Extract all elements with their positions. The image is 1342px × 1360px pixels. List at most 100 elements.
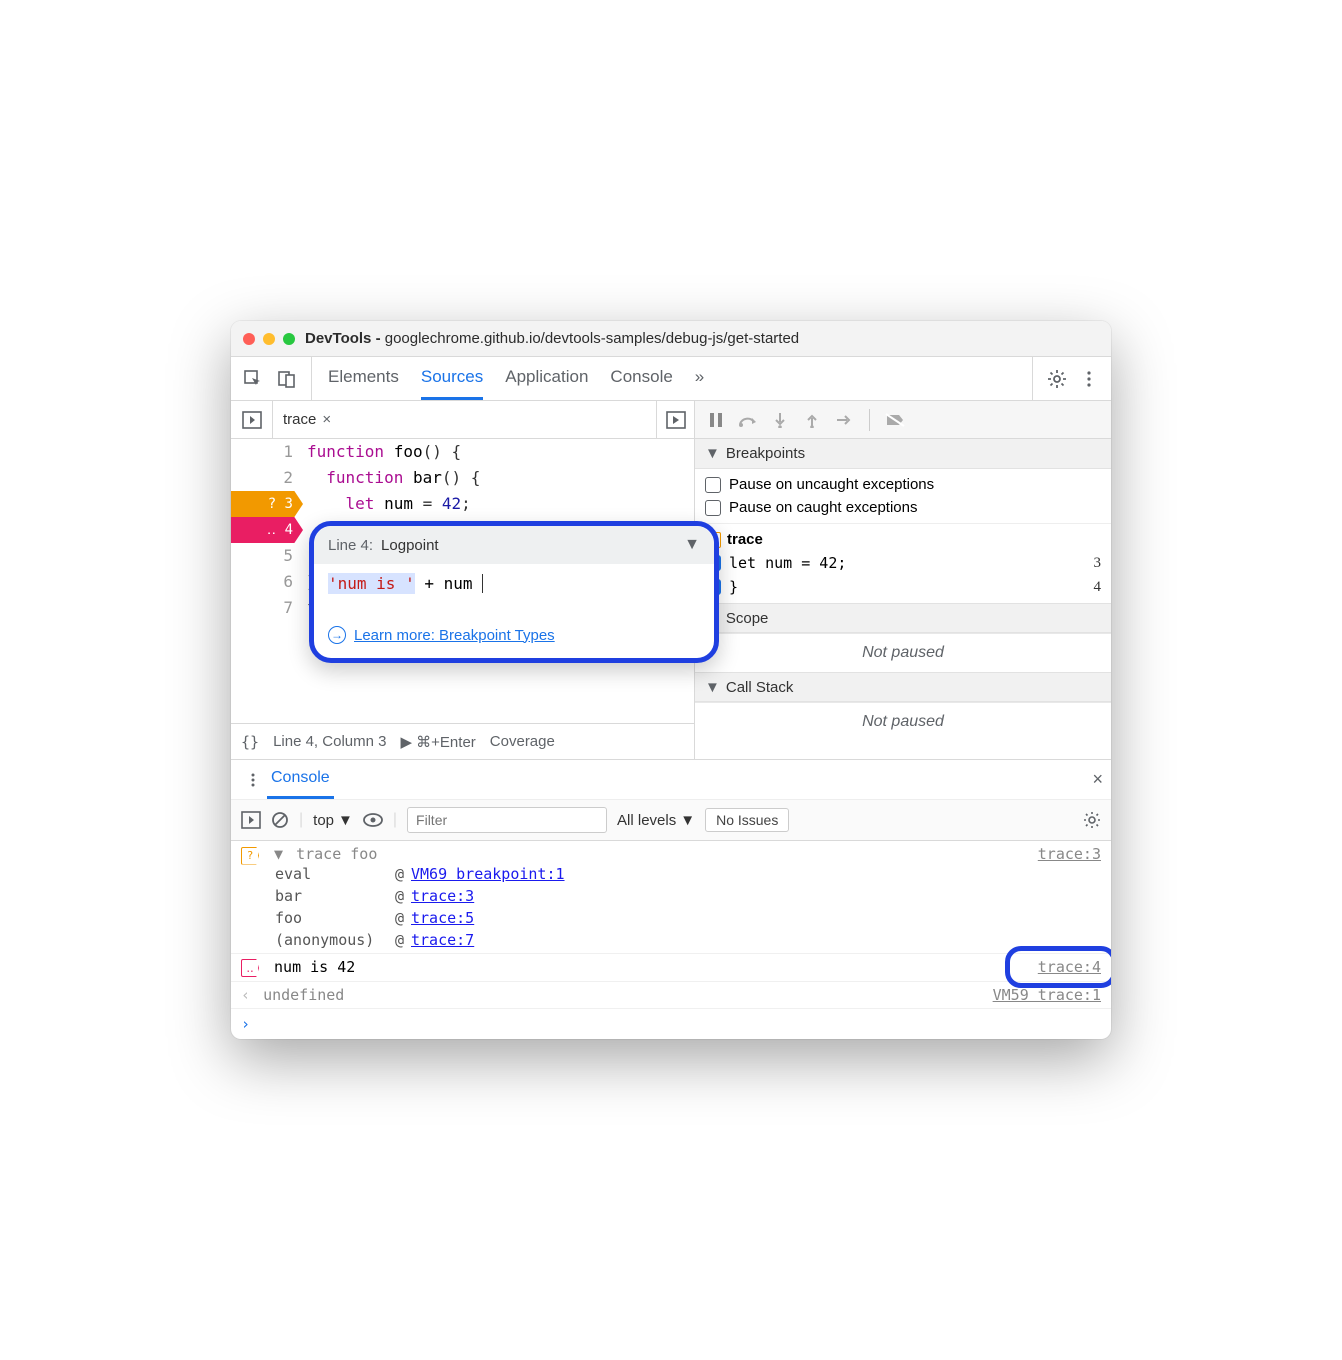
stack-frame-fn: (anonymous) — [275, 931, 395, 949]
live-expression-icon[interactable] — [363, 813, 383, 827]
logpoint-line-label: Line 4: — [328, 537, 373, 554]
editor-footer: {} Line 4, Column 3 ▶ ⌘+Enter Coverage — [231, 723, 694, 759]
zoom-window-button[interactable] — [283, 333, 295, 345]
titlebar: DevTools - googlechrome.github.io/devtoo… — [231, 321, 1111, 357]
learn-more-link[interactable]: Learn more: Breakpoint Types — [354, 627, 555, 644]
step-into-icon[interactable] — [769, 409, 791, 431]
kebab-menu-icon[interactable] — [1075, 365, 1103, 393]
console-result-entry: ‹ undefined VM59 trace:1 — [231, 982, 1111, 1009]
separator — [869, 409, 870, 431]
breakpoint-type-select[interactable]: Logpoint — [381, 537, 439, 554]
stack-frame-fn: eval — [275, 865, 395, 883]
step-out-icon[interactable] — [801, 409, 823, 431]
run-snippet-icon[interactable] — [656, 401, 694, 438]
stack-frame-link[interactable]: trace:5 — [411, 909, 1038, 927]
logpoint-editor-popup: Line 4: Logpoint ▼ 'num is ' + num → Lea… — [309, 521, 719, 663]
pause-caught-checkbox[interactable]: Pause on caught exceptions — [705, 496, 1101, 519]
debugger-controls — [695, 401, 1111, 438]
source-link[interactable]: trace:4 — [1038, 958, 1101, 978]
chevron-down-icon: ▼ — [705, 679, 720, 696]
console-filter-input[interactable] — [407, 807, 607, 833]
breakpoint-gutter-icon[interactable]: ? 3 — [231, 491, 303, 517]
navigator-toggle-icon[interactable] — [231, 401, 273, 438]
logpoint-expression-input[interactable]: 'num is ' + num — [328, 573, 483, 594]
device-toolbar-icon[interactable] — [273, 365, 301, 393]
callstack-not-paused: Not paused — [695, 702, 1111, 741]
issues-button[interactable]: No Issues — [705, 808, 789, 832]
console-output: ? ▼ trace foo eval@VM69 breakpoint:1bar@… — [231, 841, 1111, 1039]
breakpoints-section-header[interactable]: ▼ Breakpoints — [695, 439, 1111, 469]
tab-elements[interactable]: Elements — [328, 357, 399, 400]
code-editor[interactable]: 1function foo() {2 function bar() {? 3 l… — [231, 439, 695, 759]
main-toolbar: Elements Sources Application Console » — [231, 357, 1111, 401]
run-hint: ▶ ⌘+Enter — [400, 733, 475, 751]
pause-icon[interactable] — [705, 409, 727, 431]
drawer-menu-icon[interactable] — [239, 772, 267, 788]
stack-frame-fn: foo — [275, 909, 395, 927]
title-prefix: DevTools - — [305, 330, 385, 347]
tab-sources[interactable]: Sources — [421, 357, 483, 400]
file-tab-name: trace — [283, 411, 316, 428]
step-over-icon[interactable] — [737, 409, 759, 431]
file-tab-trace[interactable]: trace × — [273, 401, 341, 438]
console-sidebar-toggle-icon[interactable] — [241, 811, 261, 829]
window-controls — [243, 333, 295, 345]
return-arrow-icon: ‹ — [241, 986, 250, 1004]
settings-icon[interactable] — [1043, 365, 1071, 393]
source-link[interactable]: trace:3 — [1038, 845, 1101, 949]
devtools-window: DevTools - googlechrome.github.io/devtoo… — [231, 321, 1111, 1039]
sources-split: 1function foo() {2 function bar() {? 3 l… — [231, 439, 1111, 759]
file-tab-close-icon[interactable]: × — [322, 411, 331, 428]
console-trace-entry[interactable]: ? ▼ trace foo eval@VM69 breakpoint:1bar@… — [231, 841, 1111, 954]
source-link[interactable]: VM59 trace:1 — [993, 986, 1101, 1004]
coverage-label[interactable]: Coverage — [490, 733, 555, 750]
minimize-window-button[interactable] — [263, 333, 275, 345]
drawer-tab-console[interactable]: Console — [267, 760, 334, 799]
breakpoint-item[interactable]: let num = 42; 3 — [705, 551, 1101, 575]
chevron-down-icon: ▼ — [680, 812, 695, 829]
deactivate-breakpoints-icon[interactable] — [884, 409, 906, 431]
stack-frame-link[interactable]: trace:7 — [411, 931, 1038, 949]
context-selector[interactable]: top▼ — [313, 812, 353, 829]
log-levels-selector[interactable]: All levels ▼ — [617, 812, 695, 829]
trace-badge-icon: ? — [241, 847, 259, 865]
console-settings-icon[interactable] — [1083, 811, 1101, 829]
logpoint-badge-icon: ‥ — [241, 959, 259, 977]
chevron-down-icon: ▼ — [705, 445, 720, 462]
drawer-tabstrip: Console × — [231, 759, 1111, 799]
panel-tabs: Elements Sources Application Console » — [312, 357, 720, 400]
code-line[interactable]: 1function foo() { — [231, 439, 694, 465]
inspect-icon[interactable] — [239, 365, 267, 393]
stack-frame-link[interactable]: trace:3 — [411, 887, 1038, 905]
debugger-sidebar: ▼ Breakpoints Pause on uncaught exceptio… — [695, 439, 1111, 759]
tab-application[interactable]: Application — [505, 357, 588, 400]
checkbox-icon[interactable] — [705, 477, 721, 493]
tab-overflow[interactable]: » — [695, 357, 704, 400]
checkbox-icon[interactable] — [705, 500, 721, 516]
close-window-button[interactable] — [243, 333, 255, 345]
code-line[interactable]: 2 function bar() { — [231, 465, 694, 491]
code-line[interactable]: ? 3 let num = 42; — [231, 491, 694, 517]
breakpoint-gutter-icon[interactable]: ‥ 4 — [231, 517, 303, 543]
drawer-close-icon[interactable]: × — [1092, 769, 1103, 790]
title-path: googlechrome.github.io/devtools-samples/… — [385, 330, 799, 347]
console-log-entry[interactable]: ‥ num is 42 trace:4 — [231, 954, 1111, 983]
stack-frame-link[interactable]: VM69 breakpoint:1 — [411, 865, 1038, 883]
pause-uncaught-checkbox[interactable]: Pause on uncaught exceptions — [705, 473, 1101, 496]
breakpoint-group[interactable]: ◇ trace — [705, 528, 1101, 551]
chevron-down-icon[interactable]: ▼ — [684, 536, 700, 554]
tab-console[interactable]: Console — [610, 357, 672, 400]
stack-frame-fn: bar — [275, 887, 395, 905]
sources-subheader: trace × — [231, 401, 1111, 439]
breakpoint-item[interactable]: } 4 — [705, 575, 1101, 599]
arrow-right-circle-icon: → — [328, 626, 346, 644]
disclosure-triangle-icon[interactable]: ▼ — [274, 845, 283, 863]
chevron-down-icon: ▼ — [338, 812, 353, 829]
callstack-section-header[interactable]: ▼ Call Stack — [695, 672, 1111, 702]
clear-console-icon[interactable] — [271, 811, 289, 829]
scope-section-header[interactable]: ▼ Scope — [695, 603, 1111, 633]
console-prompt[interactable]: › — [231, 1009, 1111, 1039]
pretty-print-icon[interactable]: {} — [241, 733, 259, 751]
step-icon[interactable] — [833, 409, 855, 431]
window-title: DevTools - googlechrome.github.io/devtoo… — [305, 330, 799, 347]
